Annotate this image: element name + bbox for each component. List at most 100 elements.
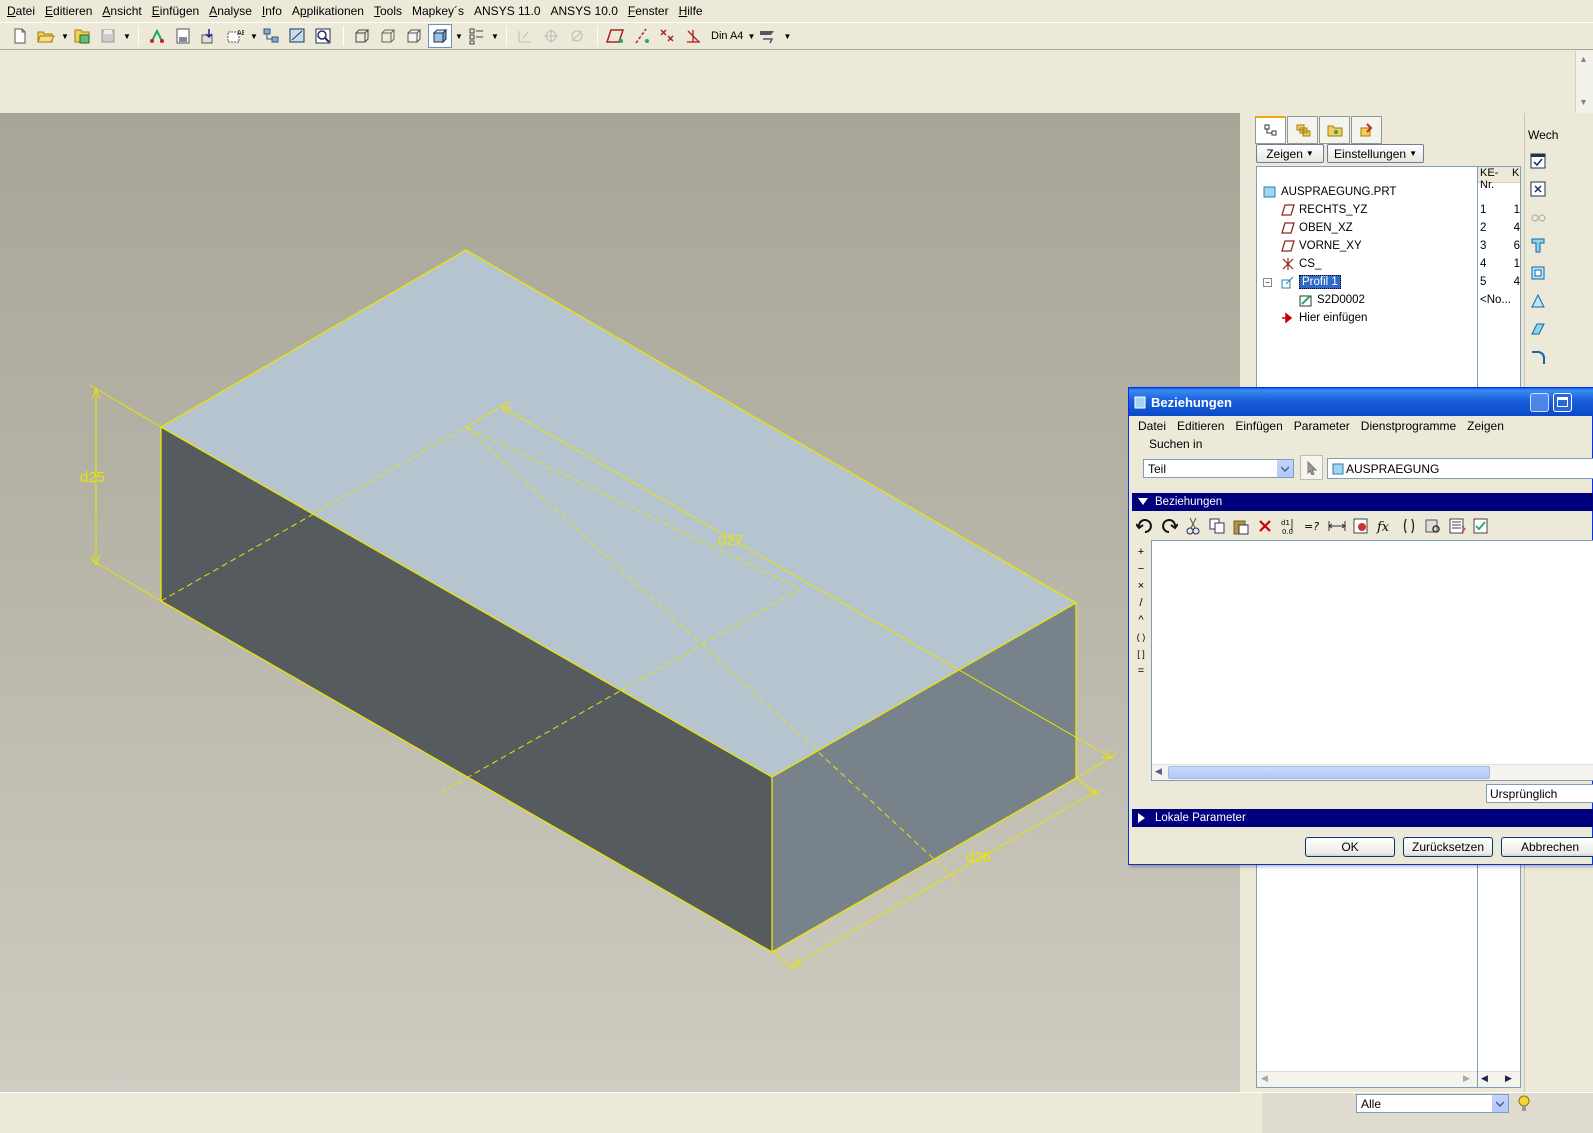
datum-axis-button[interactable] <box>513 24 537 48</box>
tree-item-s2d0002[interactable]: S2D0002 <box>1257 291 1477 309</box>
scroll-left-icon[interactable]: ◀ <box>1155 766 1162 777</box>
view-orient-dropdown[interactable]: ▼ <box>782 24 792 48</box>
light-bulb-button[interactable] <box>1517 1094 1531 1117</box>
accept-tool-button[interactable] <box>1526 149 1550 173</box>
menu-mapkeys[interactable]: Mapkey´s <box>407 1 469 21</box>
menu-ansicht[interactable]: Ansicht <box>97 1 146 21</box>
relations-hscrollbar[interactable]: ◀ <box>1152 764 1593 780</box>
menu-hilfe[interactable]: Hilfe <box>674 1 708 21</box>
scroll-left-icon[interactable]: ◀ <box>1481 1073 1488 1084</box>
screen-button[interactable] <box>285 24 309 48</box>
collapse-icon[interactable]: − <box>1263 277 1272 287</box>
dialog-menu-parameter[interactable]: Parameter <box>1294 419 1350 433</box>
tree-item-vorne-xy[interactable]: VORNE_XY <box>1257 237 1477 255</box>
menu-tools[interactable]: Tools <box>369 1 407 21</box>
sort-button[interactable] <box>1445 515 1469 537</box>
insert-function-button[interactable]: fx <box>1373 515 1397 537</box>
menu-editieren[interactable]: Editieren <box>40 1 97 21</box>
save-copy-button[interactable] <box>70 24 94 48</box>
evaluate-button[interactable]: =? <box>1301 515 1325 537</box>
layer-button[interactable]: AB <box>223 24 247 48</box>
cancel-button[interactable]: Abbrechen <box>1501 837 1593 857</box>
zeigen-button[interactable]: Zeigen ▼ <box>1256 144 1324 163</box>
sweep-tool-button[interactable] <box>1526 317 1550 341</box>
switch-dims-button[interactable]: d1 0.0 <box>1277 515 1301 537</box>
graphics-window[interactable]: d25 d27 d26 <box>0 113 1240 1092</box>
selection-filter-select[interactable]: Alle <box>1356 1094 1509 1113</box>
tree-item-cs[interactable]: CS_ <box>1257 255 1477 273</box>
scroll-right-icon[interactable]: ▶ <box>1505 1073 1512 1084</box>
operator-plus-button[interactable]: + <box>1134 543 1148 560</box>
einstellungen-button[interactable]: Einstellungen ▼ <box>1327 144 1424 163</box>
dialog-menu-zeigen[interactable]: Zeigen <box>1467 419 1504 433</box>
save-dropdown[interactable]: ▼ <box>122 24 132 48</box>
zoom-button[interactable] <box>311 24 335 48</box>
tab-layers[interactable] <box>1287 116 1318 144</box>
tree-root[interactable]: AUSPRAEGUNG.PRT <box>1257 183 1477 201</box>
scroll-right-icon[interactable]: ▶ <box>1463 1073 1470 1084</box>
tree-hscrollbar[interactable]: ◀ ▶ <box>1257 1071 1477 1087</box>
search-type-select[interactable]: Teil <box>1143 459 1294 478</box>
hidden-line-button[interactable] <box>376 24 400 48</box>
maximize-button[interactable] <box>1553 393 1572 412</box>
dimension-d27[interactable]: d27 <box>718 532 743 549</box>
reset-button[interactable]: Zurücksetzen <box>1403 837 1493 857</box>
operator-equals-button[interactable]: = <box>1134 662 1148 679</box>
dialog-titlebar[interactable]: Beziehungen <box>1129 388 1593 416</box>
dialog-menu-einfuegen[interactable]: Einfügen <box>1235 419 1282 433</box>
redo-button[interactable] <box>1157 515 1181 537</box>
relations-section-header[interactable]: Beziehungen <box>1132 493 1593 511</box>
operator-divide-button[interactable]: / <box>1134 594 1148 611</box>
saved-views-button[interactable] <box>464 24 488 48</box>
round-tool-button[interactable] <box>1526 345 1550 369</box>
brackets-button[interactable] <box>1397 515 1421 537</box>
ke-hscrollbar[interactable]: ◀ ▶ <box>1478 1071 1520 1087</box>
scroll-up-icon[interactable]: ▲ <box>1579 54 1588 64</box>
extrude-tool-button[interactable] <box>1526 233 1550 257</box>
copy-button[interactable] <box>1205 515 1229 537</box>
shading-dropdown[interactable]: ▼ <box>454 24 464 48</box>
verify-button[interactable] <box>1469 515 1493 537</box>
paste-button[interactable] <box>1229 515 1253 537</box>
scroll-down-icon[interactable]: ▼ <box>1579 97 1588 107</box>
relations-editor[interactable]: ◀ <box>1151 540 1593 781</box>
axis-display-button[interactable] <box>630 24 654 48</box>
menu-fenster[interactable]: Fenster <box>623 1 674 21</box>
tree-item-rechts-yz[interactable]: RECHTS_YZ <box>1257 201 1477 219</box>
search-param-button[interactable] <box>1421 515 1445 537</box>
new-file-button[interactable] <box>8 24 32 48</box>
datum-csys-button[interactable] <box>539 24 563 48</box>
scroll-left-icon[interactable]: ◀ <box>1261 1073 1268 1084</box>
insert-dimension-button[interactable] <box>1325 515 1349 537</box>
operator-brackets-button[interactable]: [ ] <box>1134 645 1148 662</box>
plane-display-button[interactable] <box>604 24 628 48</box>
close-tool-button[interactable] <box>1526 177 1550 201</box>
menu-ansys-11[interactable]: ANSYS 11.0 <box>469 1 545 21</box>
menu-info[interactable]: Info <box>257 1 287 21</box>
dialog-menu-datei[interactable]: Datei <box>1138 419 1166 433</box>
model-tree-button[interactable] <box>259 24 283 48</box>
print-button[interactable] <box>171 24 195 48</box>
scroll-thumb[interactable] <box>1168 766 1490 779</box>
delete-button[interactable] <box>1253 515 1277 537</box>
datum-point-button[interactable] <box>565 24 589 48</box>
insert-parameter-button[interactable] <box>1349 515 1373 537</box>
draft-tool-button[interactable] <box>1526 289 1550 313</box>
menu-applikationen[interactable]: Applikationen <box>287 1 369 21</box>
operator-multiply-button[interactable]: × <box>1134 577 1148 594</box>
select-object-button[interactable] <box>1300 455 1323 480</box>
shading-button[interactable] <box>428 24 452 48</box>
menu-datei[interactable]: Datei <box>2 1 40 21</box>
view-orient-button[interactable] <box>756 24 780 48</box>
cut-button[interactable] <box>1181 515 1205 537</box>
local-params-section-header[interactable]: Lokale Parameter <box>1132 809 1593 827</box>
dialog-menu-dienstprogramme[interactable]: Dienstprogramme <box>1361 419 1456 433</box>
saved-views-dropdown[interactable]: ▼ <box>490 24 500 48</box>
operator-minus-button[interactable]: − <box>1134 560 1148 577</box>
operator-parens-button[interactable]: ( ) <box>1134 628 1148 645</box>
dimension-d25[interactable]: d25 <box>80 469 105 486</box>
tab-folder-browser[interactable] <box>1319 116 1350 144</box>
menu-ansys-10[interactable]: ANSYS 10.0 <box>546 1 623 21</box>
operator-power-button[interactable]: ^ <box>1134 611 1148 628</box>
sheet-size-label[interactable]: Din A4 <box>711 30 743 42</box>
